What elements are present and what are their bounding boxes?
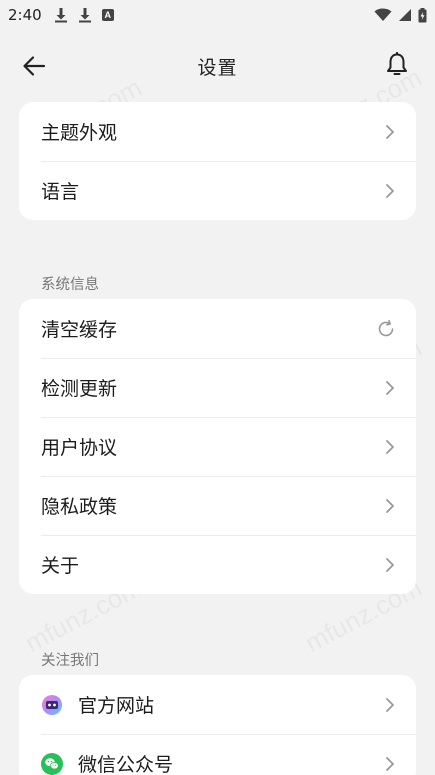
download-icon — [54, 8, 67, 23]
arrow-left-icon — [23, 56, 46, 76]
status-bar: 2:40 A — [0, 0, 435, 30]
chevron-right-icon — [386, 380, 394, 395]
status-time: 2:40 — [8, 6, 42, 24]
download-icon — [78, 8, 91, 23]
row-label: 语言 — [41, 181, 80, 203]
wechat-icon — [41, 752, 63, 775]
signal-icon — [399, 9, 411, 21]
refresh-icon — [378, 319, 394, 336]
chevron-right-icon — [386, 697, 394, 712]
row-label: 清空缓存 — [41, 319, 118, 341]
bell-icon — [387, 52, 407, 75]
check-update-row[interactable]: 检测更新 — [19, 358, 416, 417]
back-button[interactable] — [20, 52, 48, 80]
theme-appearance-row[interactable]: 主题外观 — [19, 102, 416, 161]
chevron-right-icon — [386, 498, 394, 513]
section-title-follow: 关注我们 — [41, 653, 99, 669]
follow-us-card: 官方网站 微信公众号 — [19, 675, 416, 775]
general-settings-card: 主题外观 语言 — [19, 102, 416, 220]
chevron-right-icon — [386, 183, 394, 198]
row-label: 用户协议 — [41, 437, 118, 459]
user-agreement-row[interactable]: 用户协议 — [19, 417, 416, 476]
row-label: 微信公众号 — [78, 754, 174, 775]
row-label: 官方网站 — [78, 695, 155, 717]
row-label: 主题外观 — [41, 122, 118, 144]
section-title-system: 系统信息 — [41, 277, 99, 293]
chevron-right-icon — [386, 124, 394, 139]
page-title: 设置 — [197, 56, 238, 79]
wifi-icon — [374, 8, 392, 21]
row-label: 检测更新 — [41, 378, 118, 400]
official-website-row[interactable]: 官方网站 — [19, 675, 416, 734]
notification-button[interactable] — [383, 50, 411, 80]
app-bar: 设置 — [0, 40, 435, 92]
website-logo-icon — [41, 694, 63, 716]
row-label: 隐私政策 — [41, 496, 118, 518]
system-info-card: 清空缓存 检测更新 用户协议 隐私政策 关于 — [19, 299, 416, 594]
privacy-policy-row[interactable]: 隐私政策 — [19, 476, 416, 535]
battery-icon — [418, 7, 427, 22]
chevron-right-icon — [386, 756, 394, 771]
wechat-official-row[interactable]: 微信公众号 — [19, 734, 416, 775]
chevron-right-icon — [386, 439, 394, 454]
about-row[interactable]: 关于 — [19, 535, 416, 594]
language-row[interactable]: 语言 — [19, 161, 416, 220]
chevron-right-icon — [386, 557, 394, 572]
row-label: 关于 — [41, 555, 80, 577]
notification-a-icon: A — [101, 9, 114, 21]
clear-cache-row[interactable]: 清空缓存 — [19, 299, 416, 358]
